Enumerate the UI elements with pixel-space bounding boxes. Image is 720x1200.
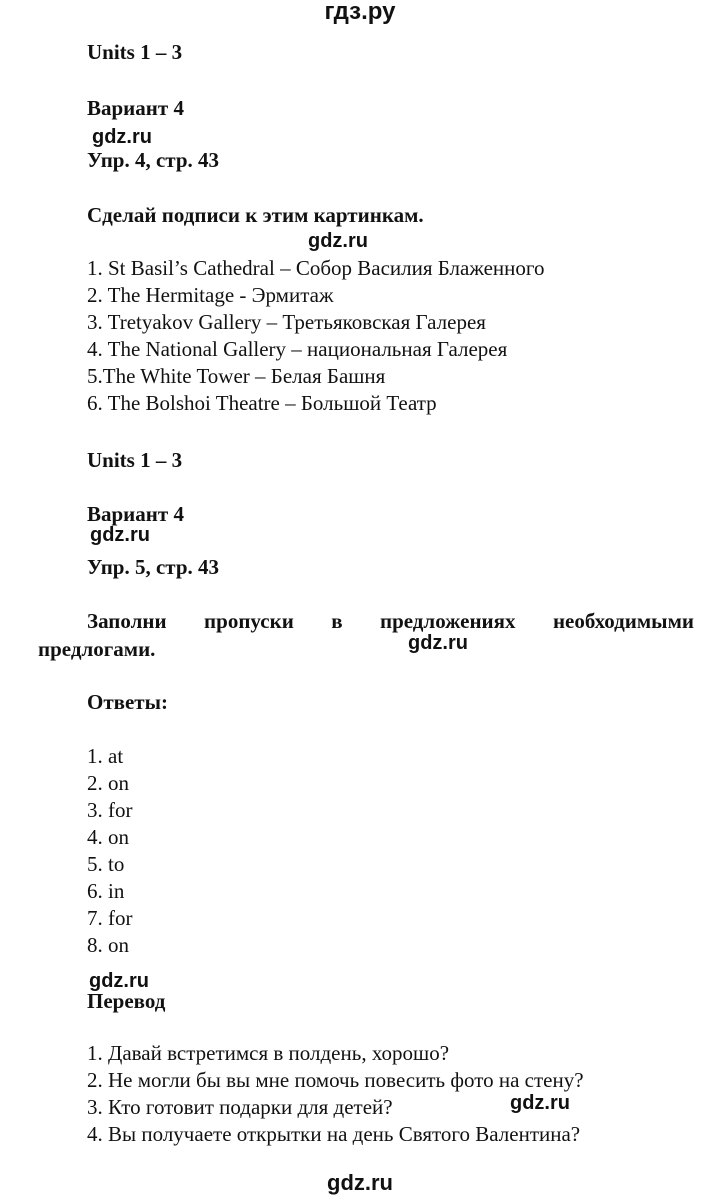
exercise-heading: Упр. 4, стр. 43	[87, 148, 220, 172]
list-item: 2. Не могли бы вы мне помочь повесить фо…	[87, 1068, 584, 1092]
footer-watermark: gdz.ru	[327, 1170, 393, 1195]
list-item: 6. The Bolshoi Theatre – Большой Театр	[87, 391, 437, 415]
list-item: 5.The White Tower – Белая Башня	[87, 364, 386, 388]
answers-heading: Ответы:	[87, 690, 169, 714]
variant-heading: Вариант 4	[87, 96, 184, 120]
list-item: 1. St Basil’s Cathedral – Собор Василия …	[87, 256, 545, 280]
list-item: 3. Tretyakov Gallery – Третьяковская Гал…	[87, 310, 486, 334]
watermark: gdz.ru	[510, 1092, 570, 1114]
list-item: 4. The National Gallery – национальная Г…	[87, 337, 508, 361]
list-item: 5. to	[87, 852, 125, 876]
task-instruction-cont: предлогами.	[38, 637, 156, 661]
units-heading: Units 1 – 3	[87, 448, 183, 472]
exercise-heading: Упр. 5, стр. 43	[87, 555, 220, 579]
watermark: gdz.ru	[308, 230, 368, 252]
watermark: gdz.ru	[92, 126, 152, 148]
list-item: 1. Давай встретимся в полдень, хорошо?	[87, 1041, 450, 1065]
list-item: 8. on	[87, 933, 129, 957]
list-item: 2. on	[87, 771, 129, 795]
list-item: 7. for	[87, 906, 133, 930]
list-item: 6. in	[87, 879, 125, 903]
site-header: гдз.ру	[324, 0, 396, 25]
list-item: 1. at	[87, 744, 124, 768]
list-item: 2. The Hermitage - Эрмитаж	[87, 283, 334, 307]
list-item: 4. on	[87, 825, 129, 849]
list-item: 4. Вы получаете открытки на день Святого…	[87, 1122, 581, 1146]
task-instruction: Заполни пропуски в предложениях необходи…	[87, 609, 694, 633]
task-instruction: Сделай подписи к этим картинкам.	[87, 203, 424, 227]
units-heading: Units 1 – 3	[87, 40, 183, 64]
list-item: 3. for	[87, 798, 133, 822]
watermark: gdz.ru	[90, 524, 150, 546]
translation-heading: Перевод	[87, 989, 166, 1013]
list-item: 3. Кто готовит подарки для детей?	[87, 1095, 393, 1119]
watermark: gdz.ru	[408, 632, 468, 654]
